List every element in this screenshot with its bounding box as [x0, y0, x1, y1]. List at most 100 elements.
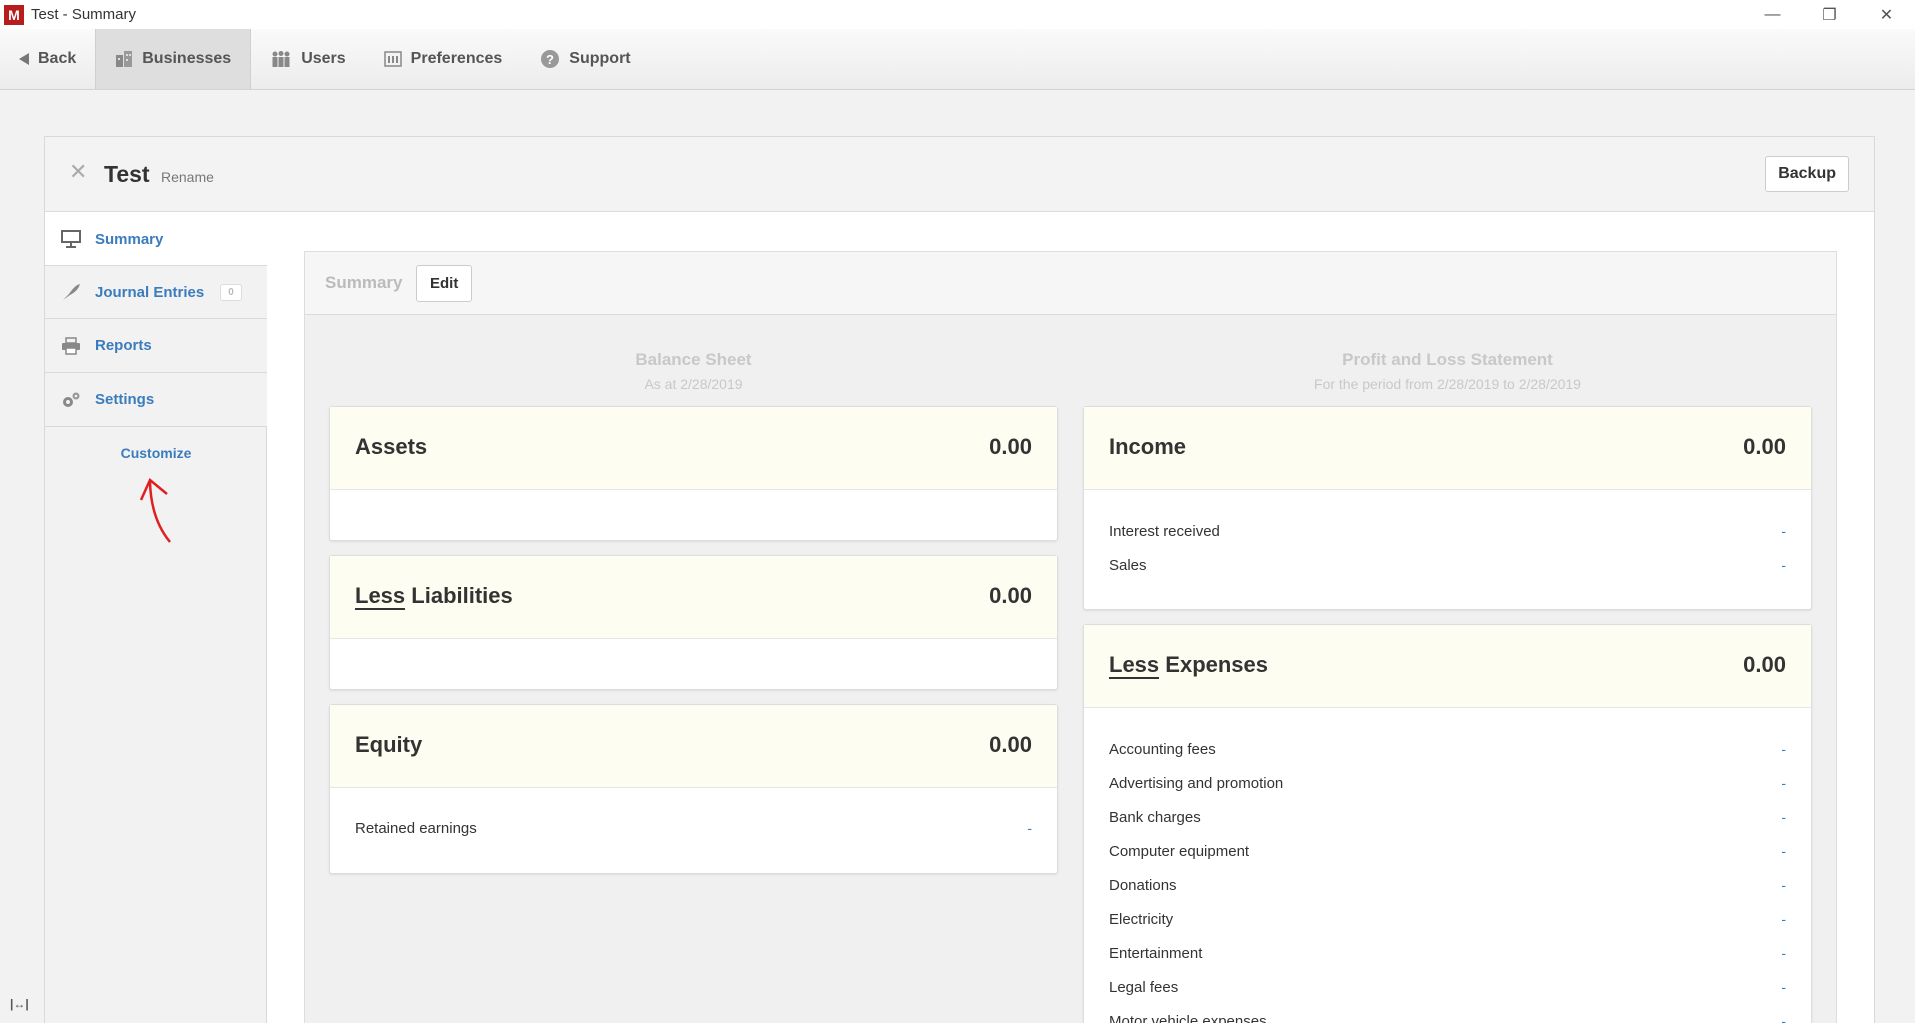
tab-preferences[interactable]: Preferences [365, 29, 522, 89]
balance-sheet-date: As at 2/28/2019 [644, 376, 743, 392]
account-value: - [1781, 945, 1786, 961]
account-label: Electricity [1109, 910, 1174, 928]
account-value: - [1781, 523, 1786, 539]
summary-content: Summary Edit Balance Sheet As at 2/28/20… [304, 251, 1837, 1023]
account-label: Interest received [1109, 522, 1220, 540]
income-total: 0.00 [1743, 434, 1786, 459]
account-label: Bank charges [1109, 808, 1201, 826]
sidebar-item-reports[interactable]: Reports [45, 319, 267, 373]
account-label: Legal fees [1109, 978, 1179, 996]
expenses-label: Expenses [1165, 652, 1269, 677]
list-item[interactable]: Entertainment - [1109, 936, 1786, 970]
liabilities-card-header[interactable]: Less Liabilities 0.00 [330, 556, 1057, 639]
users-icon [270, 51, 292, 67]
journal-count-badge: 0 [220, 283, 242, 301]
liabilities-label: Liabilities [411, 583, 513, 608]
restore-button[interactable]: ❐ [1801, 0, 1858, 29]
account-value: - [1781, 877, 1786, 893]
account-value: - [1781, 911, 1786, 927]
back-button[interactable]: Back [0, 29, 95, 89]
close-business-icon[interactable]: ✕ [69, 159, 87, 185]
profit-loss-title: Profit and Loss Statement [1342, 350, 1553, 369]
profit-loss-header: Profit and Loss Statement For the period… [1083, 350, 1812, 392]
income-title: Income [1109, 434, 1187, 459]
businesses-label: Businesses [142, 50, 232, 67]
account-value: - [1781, 557, 1786, 573]
list-item[interactable]: Interest received - [1109, 514, 1786, 548]
expenses-card-header[interactable]: Less Expenses 0.00 [1084, 625, 1811, 708]
list-item[interactable]: Accounting fees - [1109, 732, 1786, 766]
sidebar-item-label: Reports [95, 337, 152, 354]
income-card: Income 0.00 Interest received - Sales - [1083, 406, 1812, 610]
account-value: - [1781, 979, 1786, 995]
close-window-button[interactable]: ✕ [1858, 0, 1915, 29]
list-item[interactable]: Bank charges - [1109, 800, 1786, 834]
business-panel: ✕ Test Rename Backup Summary Journal Ent… [44, 136, 1875, 1023]
account-value: - [1781, 809, 1786, 825]
account-label: Computer equipment [1109, 842, 1250, 860]
back-arrow-icon [19, 53, 29, 65]
sidebar-item-label: Summary [95, 230, 164, 248]
account-label: Donations [1109, 876, 1177, 894]
expenses-card: Less Expenses 0.00 Accounting fees - Adve… [1083, 624, 1812, 1023]
expenses-total: 0.00 [1743, 652, 1786, 677]
account-value: - [1781, 741, 1786, 757]
list-item[interactable]: Sales - [1109, 548, 1786, 582]
liabilities-card: Less Liabilities 0.00 [329, 555, 1058, 690]
back-label: Back [38, 50, 77, 67]
liabilities-title: Less Liabilities [355, 583, 513, 610]
assets-card-header[interactable]: Assets 0.00 [330, 407, 1057, 490]
sidebar-item-settings[interactable]: Settings [45, 373, 267, 427]
list-item[interactable]: Legal fees - [1109, 970, 1786, 1004]
account-value: - [1781, 843, 1786, 859]
account-value: - [1027, 820, 1032, 836]
list-item[interactable]: Advertising and promotion - [1109, 766, 1786, 800]
list-item[interactable]: Computer equipment - [1109, 834, 1786, 868]
printer-icon [61, 336, 85, 355]
rename-link[interactable]: Rename [161, 169, 214, 185]
support-label: Support [569, 50, 631, 67]
sidebar-item-journal-entries[interactable]: Journal Entries 0 [45, 265, 267, 319]
presentation-icon [61, 230, 85, 248]
question-circle-icon: ? [540, 49, 560, 69]
window-title-bar: M Test - Summary — ❐ ✕ [0, 0, 1915, 29]
assets-total: 0.00 [989, 434, 1032, 459]
equity-card-header[interactable]: Equity 0.00 [330, 705, 1057, 788]
list-item[interactable]: Retained earnings - [355, 811, 1032, 845]
list-item[interactable]: Donations - [1109, 868, 1786, 902]
expenses-title: Less Expenses [1109, 652, 1269, 679]
backup-button[interactable]: Backup [1765, 156, 1849, 192]
window-title: Test - Summary [31, 6, 137, 23]
customize-link[interactable]: Customize [45, 445, 267, 461]
list-item[interactable]: Electricity - [1109, 902, 1786, 936]
equity-card: Equity 0.00 Retained earnings - [329, 704, 1058, 874]
assets-card: Assets 0.00 [329, 406, 1058, 541]
list-item[interactable]: Motor vehicle expenses - [1109, 1004, 1786, 1023]
edit-button[interactable]: Edit [416, 265, 473, 302]
equity-title: Equity [355, 732, 423, 757]
account-label: Sales [1109, 556, 1147, 574]
summary-label: Summary [325, 273, 403, 292]
main-toolbar: Back Businesses Users Preferences ? Supp… [0, 29, 1915, 90]
tab-businesses[interactable]: Businesses [95, 29, 252, 89]
account-label: Retained earnings [355, 819, 477, 837]
income-card-header[interactable]: Income 0.00 [1084, 407, 1811, 490]
balance-sheet-header: Balance Sheet As at 2/28/2019 [329, 350, 1058, 392]
equity-total: 0.00 [989, 732, 1032, 757]
resize-width-icon[interactable]: |↔| [10, 997, 29, 1011]
tab-support[interactable]: ? Support [521, 29, 649, 89]
balance-sheet-title: Balance Sheet [635, 350, 752, 369]
account-label: Motor vehicle expenses [1109, 1012, 1267, 1023]
account-label: Advertising and promotion [1109, 774, 1284, 792]
tab-users[interactable]: Users [251, 29, 364, 89]
sidebar-item-label: Journal Entries [95, 283, 205, 301]
business-name: Test [104, 161, 150, 187]
minimize-button[interactable]: — [1744, 0, 1801, 29]
business-header: ✕ Test Rename Backup [45, 137, 1874, 212]
preferences-icon [383, 51, 402, 67]
sidebar-item-summary[interactable]: Summary [45, 212, 268, 266]
account-value: - [1781, 1013, 1786, 1023]
less-label: Less [1109, 652, 1160, 679]
assets-title: Assets [355, 434, 428, 459]
svg-text:?: ? [546, 52, 554, 67]
